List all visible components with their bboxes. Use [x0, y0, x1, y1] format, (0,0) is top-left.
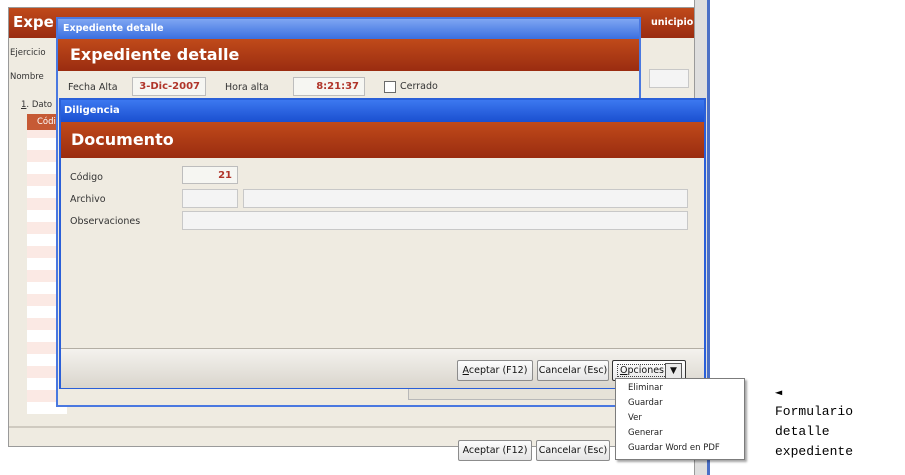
- codigo-label: Código: [70, 172, 103, 183]
- aceptar-button[interactable]: Aceptar (F12): [457, 360, 533, 381]
- hora-alta-field[interactable]: 8:21:37: [293, 77, 365, 96]
- caption-line-2: detalle: [775, 424, 830, 439]
- menu-item-guardar-word-pdf[interactable]: Guardar Word en PDF: [628, 443, 720, 453]
- caption-arrow-icon: ◄: [775, 385, 783, 399]
- archivo-field-short[interactable]: [182, 189, 238, 208]
- caption-line-3: expediente: [775, 444, 854, 459]
- archivo-field[interactable]: [243, 189, 688, 208]
- codigo-field[interactable]: 21: [182, 166, 238, 184]
- expediente-header: Expediente detalle: [58, 39, 639, 71]
- back-divider: [9, 426, 695, 428]
- documento-header: Documento: [61, 122, 704, 158]
- diligencia-title: Diligencia: [64, 105, 120, 116]
- municipio-label: unicipio: [651, 17, 694, 28]
- back-aceptar-button[interactable]: Aceptar (F12): [458, 440, 532, 461]
- caption-line-1: Formulario: [775, 404, 854, 419]
- menu-item-guardar[interactable]: Guardar: [628, 398, 663, 408]
- expediente-title: Expediente detalle: [63, 23, 164, 34]
- diligencia-footer: Aceptar (F12) Cancelar (Esc) Opciones ▼: [61, 348, 704, 388]
- menu-item-eliminar[interactable]: Eliminar: [628, 383, 663, 393]
- menu-item-generar[interactable]: Generar: [628, 428, 663, 438]
- ejercicio-label: Ejercicio: [10, 48, 46, 58]
- cancelar-button[interactable]: Cancelar (Esc): [537, 360, 609, 381]
- opciones-menu: Eliminar Guardar Ver Generar Guardar Wor…: [615, 378, 745, 460]
- expediente-title-bar[interactable]: Expediente detalle: [58, 19, 639, 39]
- observaciones-field[interactable]: [182, 211, 688, 230]
- nombre-label: Nombre: [10, 72, 44, 82]
- fecha-alta-field[interactable]: 3-Dic-2007: [132, 77, 206, 96]
- back-window-title: Expe: [13, 13, 54, 31]
- archivo-label: Archivo: [70, 194, 106, 205]
- back-cancelar-button[interactable]: Cancelar (Esc): [536, 440, 610, 461]
- documento-header-title: Documento: [71, 130, 174, 149]
- nombre-field[interactable]: [649, 69, 689, 88]
- tab-datos[interactable]: 1. Dato: [21, 100, 52, 110]
- menu-item-ver[interactable]: Ver: [628, 413, 642, 423]
- diligencia-title-bar[interactable]: Diligencia: [61, 100, 704, 122]
- observaciones-label: Observaciones: [70, 216, 141, 227]
- cerrado-checkbox[interactable]: [384, 81, 396, 93]
- cerrado-label: Cerrado: [400, 81, 438, 92]
- hora-alta-label: Hora alta: [225, 82, 269, 93]
- diligencia-window: Diligencia Documento Código 21 Archivo O…: [59, 98, 706, 389]
- fecha-alta-label: Fecha Alta: [68, 82, 118, 93]
- expediente-header-title: Expediente detalle: [70, 45, 240, 64]
